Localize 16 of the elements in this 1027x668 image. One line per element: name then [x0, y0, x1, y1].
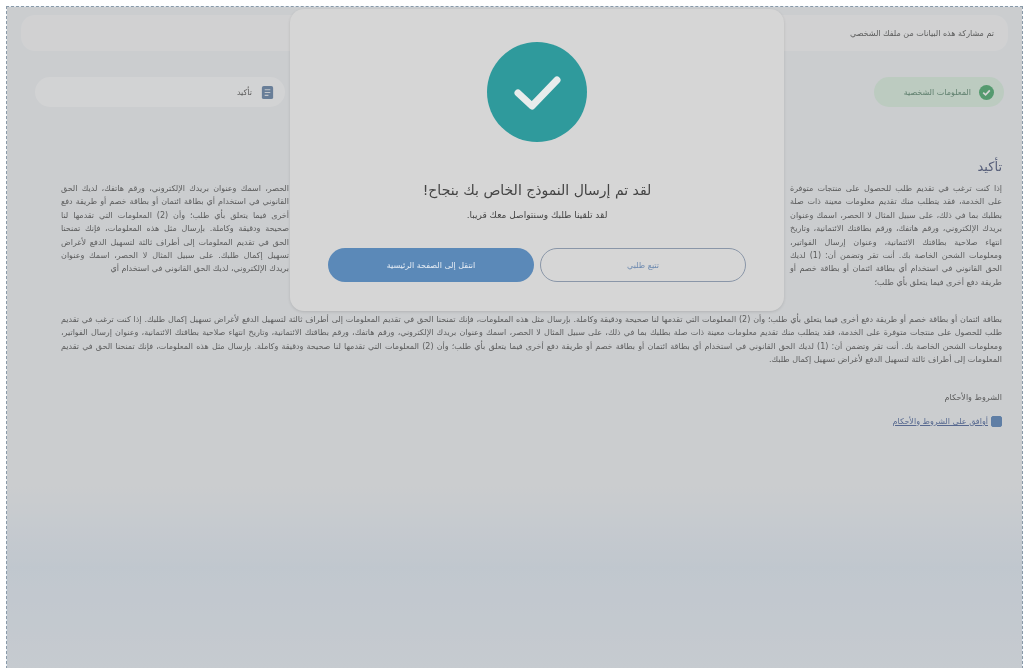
terms-paragraph: إذا كنت ترغب في تقديم طلب للحصول على منتجات متوفرة على الخدمة، فقد يتطلب منك تقديم معلومات معينة ذات صلة بطلبك بما في ذلك، على سبيل المثال لا الحصر، اسمك وعنوان بريدك الإلكتروني، ورقم هاتفك، ورقم بطاقتك الائتمانية، وتاريخ انتهاء صلاحية بطاقتك الائتمانية، وعنوان إرسال الفواتير، ومعلومات الشحن الخاصة بك. أنت تقر وتضمن أن: (1) لديك الحق القانوني في استخدام أي بطاقة ائتمان أو بطاقة خصم أو طريقة دفع أخرى فيما يتعلق بأي طلب؛ — [790, 183, 1002, 289]
notice-text: تم مشاركة هذه البيانات من ملفك الشخصي — [849, 28, 994, 38]
home-button[interactable]: انتقل إلى الصفحة الرئيسية — [328, 248, 534, 282]
terms-title: الشروط والأحكام — [943, 392, 1002, 402]
check-circle-icon — [487, 42, 587, 142]
document-icon — [260, 84, 275, 100]
dialog-message: لقد تلقينا طلبك وسنتواصل معك قريبا. — [466, 210, 608, 220]
step-pill[interactable]: المعلومات الشخصية — [874, 77, 1004, 107]
check-circle-icon — [979, 84, 994, 100]
step-pill[interactable]: تأكيد — [35, 77, 285, 107]
section-title: تأكيد — [976, 159, 1002, 174]
terms-paragraph: الحصر، اسمك وعنوان بريدك الإلكتروني، ورقم هاتفك، لديك الحق القانوني في استخدام أي بطاقة ائتمان أو بطاقة خصم أو طريقة دفع أخرى فيما يتعلق بأي طلب؛ وأن (2) المعلومات التي تقدمها لنا صحيحة ودقيقة وكاملة. بإرسال مثل هذه المعلومات، فإنك تمنحنا الحق في تقديم المعلومات إلى أطراف ثالثة لتسهيل الدفع لأغراض تسهيل إكمال طلبك. على سبيل المثال لا الحصر، اسمك وعنوان بريدك الإلكتروني، لديك الحق القانوني في استخدام أي — [61, 183, 289, 276]
agree-terms-link[interactable]: أوافق على الشروط والأحكام — [892, 416, 988, 426]
dialog-title: لقد تم إرسال النموذج الخاص بك بنجاح! — [422, 182, 652, 198]
checkbox[interactable] — [991, 415, 1002, 427]
terms-paragraph: بطاقة ائتمان أو بطاقة خصم أو طريقة دفع أخرى فيما يتعلق بأي طلب؛ وأن (2) المعلومات التي تقدمها لنا صحيحة ودقيقة وكاملة. بإرسال مثل هذه المعلومات، فإنك تمنحنا الحق في تقديم المعلومات إلى أطراف ثالثة لتسهيل الدفع لأغراض تسهيل إكمال طلبك. إذا كنت ترغب في تقديم طلب للحصول على منتجات متوفرة على الخدمة، فقد يتطلب منك تقديم معلومات معينة ذات صلة بطلبك بما في ذلك، على سبيل المثال لا الحصر، اسمك وعنوان بريدك الإلكتروني، ورقم هاتفك، ورقم بطاقتك الائتمانية، وتاريخ انتهاء صلاحية بطاقتك الائتمانية، وعنوان إرسال الفواتير، ومعلومات الشحن الخاصة بك. أنت تقر وتضمن أن: (1) لديك الحق القانوني في استخدام أي بطاقة ائتمان أو بطاقة خصم أو طريقة دفع أخرى فيما يتعلق بأي طلب؛ وأن (2) المعلومات التي تقدمها لنا صحيحة ودقيقة وكاملة. بإرسال مثل هذه المعلومات، فإنك تمنحنا الحق في تقديم المعلومات إلى أطراف ثالثة لتسهيل الدفع لأغراض تسهيل إكمال طلبك. — [61, 313, 1002, 367]
